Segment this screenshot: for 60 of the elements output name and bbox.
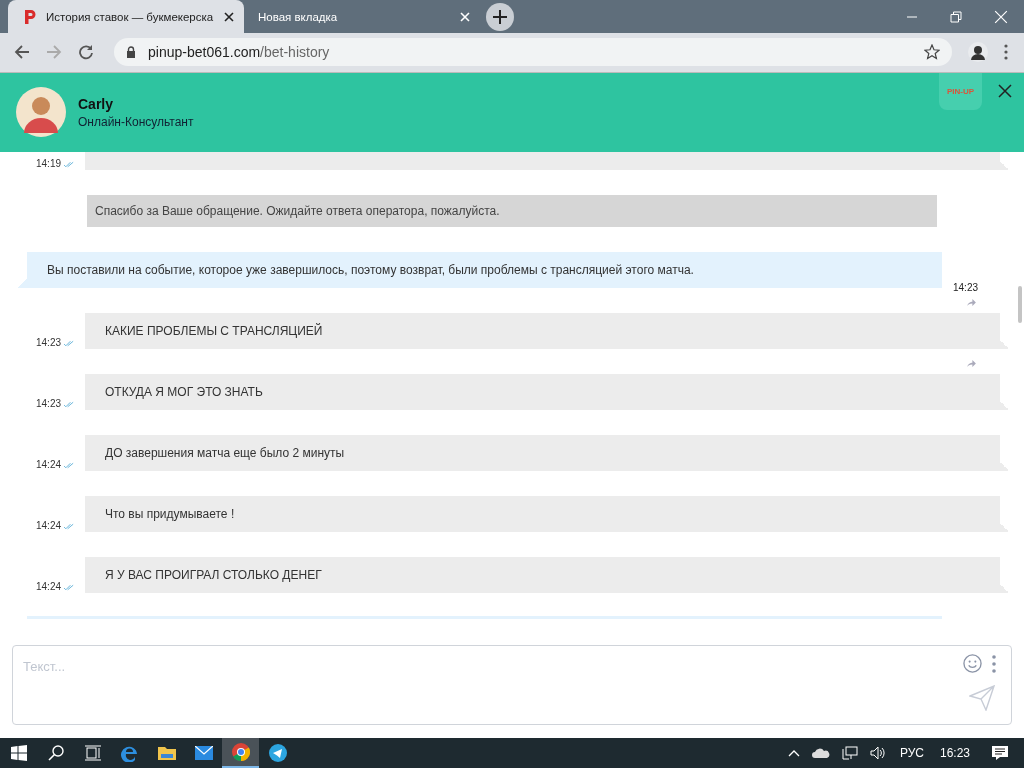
url-text: pinup-bet061.com/bet-history bbox=[148, 44, 330, 61]
message-time: 14:19 bbox=[36, 157, 63, 169]
message-text: ДО завершения матча еще было 2 минуты bbox=[105, 445, 345, 460]
task-view-icon bbox=[84, 745, 101, 761]
message-time: 14:23 bbox=[953, 281, 979, 293]
emoji-icon[interactable] bbox=[963, 654, 982, 674]
avatar bbox=[16, 87, 66, 138]
star-icon[interactable] bbox=[924, 44, 940, 61]
chevron-up-icon[interactable] bbox=[787, 749, 800, 757]
message-time: 14:23 bbox=[36, 397, 63, 409]
profile-avatar-icon[interactable] bbox=[968, 42, 988, 63]
message-time: 14:23 bbox=[36, 336, 63, 348]
menu-icon[interactable] bbox=[1004, 44, 1008, 61]
read-receipt-icon bbox=[64, 339, 75, 347]
message-field[interactable]: Текст... bbox=[21, 658, 955, 676]
read-receipt-icon bbox=[64, 400, 75, 408]
volume-icon[interactable] bbox=[869, 746, 886, 760]
browser-e-icon bbox=[120, 744, 139, 762]
scrollbar-thumb[interactable] bbox=[1018, 285, 1022, 323]
paper-plane-icon bbox=[268, 744, 287, 762]
read-receipt-icon bbox=[64, 583, 75, 591]
site-favicon-icon bbox=[22, 8, 38, 25]
folder-icon bbox=[157, 745, 176, 761]
tab-title: Новая вкладка bbox=[258, 10, 339, 23]
cloud-icon[interactable] bbox=[811, 748, 830, 758]
tab-title: История ставок — букмекерска bbox=[46, 10, 215, 23]
back-icon[interactable] bbox=[14, 44, 30, 61]
windows-icon bbox=[10, 745, 27, 761]
notifications-icon[interactable] bbox=[992, 745, 1008, 761]
language-indicator[interactable]: РУС bbox=[899, 746, 924, 760]
chrome-icon bbox=[231, 743, 250, 761]
lock-icon bbox=[126, 46, 136, 59]
browser-tab[interactable]: История ставок — букмекерска bbox=[8, 0, 244, 33]
agent-name: Carly bbox=[78, 95, 115, 112]
message-text: Что вы придумываете ! bbox=[105, 506, 235, 521]
message-text: ОТКУДА Я МОГ ЭТО ЗНАТЬ bbox=[105, 384, 263, 399]
clock[interactable]: 16:23 bbox=[939, 746, 970, 760]
network-icon[interactable] bbox=[841, 746, 858, 760]
message-text: КАКИЕ ПРОБЛЕМЫ С ТРАНСЛЯЦИЕЙ bbox=[105, 323, 323, 338]
message-text: Я У ВАС ПРОИГРАЛ СТОЛЬКО ДЕНЕГ bbox=[105, 567, 322, 582]
read-receipt-icon bbox=[64, 461, 75, 469]
message-time: 14:24 bbox=[36, 458, 63, 470]
address-field[interactable]: pinup-bet061.com/bet-history bbox=[114, 38, 952, 67]
system-message: Спасибо за Ваше обращение. Ожидайте ответа оператора, пожалуйста. bbox=[87, 194, 937, 227]
close-icon[interactable] bbox=[998, 83, 1012, 98]
agent-role: Онлайн-Консультант bbox=[78, 114, 194, 129]
brand-logo: PIN-UP bbox=[938, 72, 982, 110]
restore-icon[interactable] bbox=[950, 10, 962, 23]
message-time: 14:24 bbox=[36, 580, 63, 592]
read-receipt-icon bbox=[64, 160, 75, 168]
close-icon[interactable] bbox=[224, 11, 234, 22]
reload-icon[interactable] bbox=[78, 44, 94, 61]
message-text: Вы поставили на событие, которое уже завершилось, поэтому возврат, были проблемы с трансляцией этого матча. bbox=[47, 262, 694, 277]
mail-icon bbox=[194, 746, 213, 760]
new-tab-icon[interactable] bbox=[486, 2, 514, 31]
more-icon[interactable] bbox=[992, 654, 996, 673]
read-receipt-icon bbox=[64, 522, 75, 530]
message-time: 14:24 bbox=[36, 519, 63, 531]
browser-tab[interactable]: Новая вкладка bbox=[244, 0, 480, 33]
search-icon bbox=[47, 745, 64, 761]
